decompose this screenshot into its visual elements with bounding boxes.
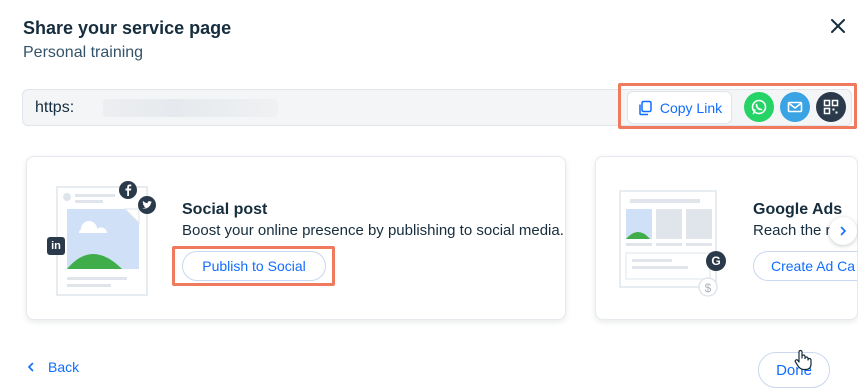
facebook-icon [119, 181, 137, 199]
close-button[interactable] [826, 14, 850, 38]
chevron-right-icon [840, 226, 847, 236]
qr-code-icon [823, 99, 839, 115]
svg-text:$: $ [705, 281, 712, 295]
whatsapp-icon [751, 99, 767, 115]
dialog-subtitle: Personal training [23, 44, 144, 61]
back-label: Back [48, 359, 80, 375]
whatsapp-share-button[interactable] [744, 92, 774, 122]
twitter-icon [138, 196, 156, 214]
carousel-next-button[interactable] [829, 217, 857, 245]
social-post-card: in Social post Boost your online presenc… [26, 156, 566, 320]
copy-icon [639, 100, 652, 115]
url-redacted [103, 99, 278, 117]
copy-link-button[interactable]: Copy Link [627, 91, 732, 124]
social-post-description: Boost your online presence by publishing… [182, 222, 564, 239]
google-icon: G [706, 251, 726, 271]
email-share-button[interactable] [780, 92, 810, 122]
copy-link-label: Copy Link [659, 99, 723, 116]
hand-cursor-icon [794, 349, 812, 371]
publish-button-highlight [172, 246, 335, 286]
create-ad-campaign-button[interactable]: Create Ad Ca [753, 251, 857, 281]
chevron-left-icon [27, 362, 34, 372]
back-button[interactable]: Back [26, 359, 79, 375]
google-ads-card: $ G Google Ads Reach the ri Create Ad Ca [595, 156, 858, 320]
dialog-title: Share your service page [23, 18, 232, 38]
linkedin-icon: in [47, 237, 65, 255]
google-ads-title: Google Ads [753, 201, 843, 218]
share-url-text: https: [35, 99, 75, 116]
social-post-title: Social post [182, 201, 268, 218]
close-icon [831, 19, 845, 33]
google-ads-description: Reach the ri [753, 222, 834, 239]
qr-code-share-button[interactable] [816, 92, 846, 122]
mail-icon [787, 101, 803, 113]
